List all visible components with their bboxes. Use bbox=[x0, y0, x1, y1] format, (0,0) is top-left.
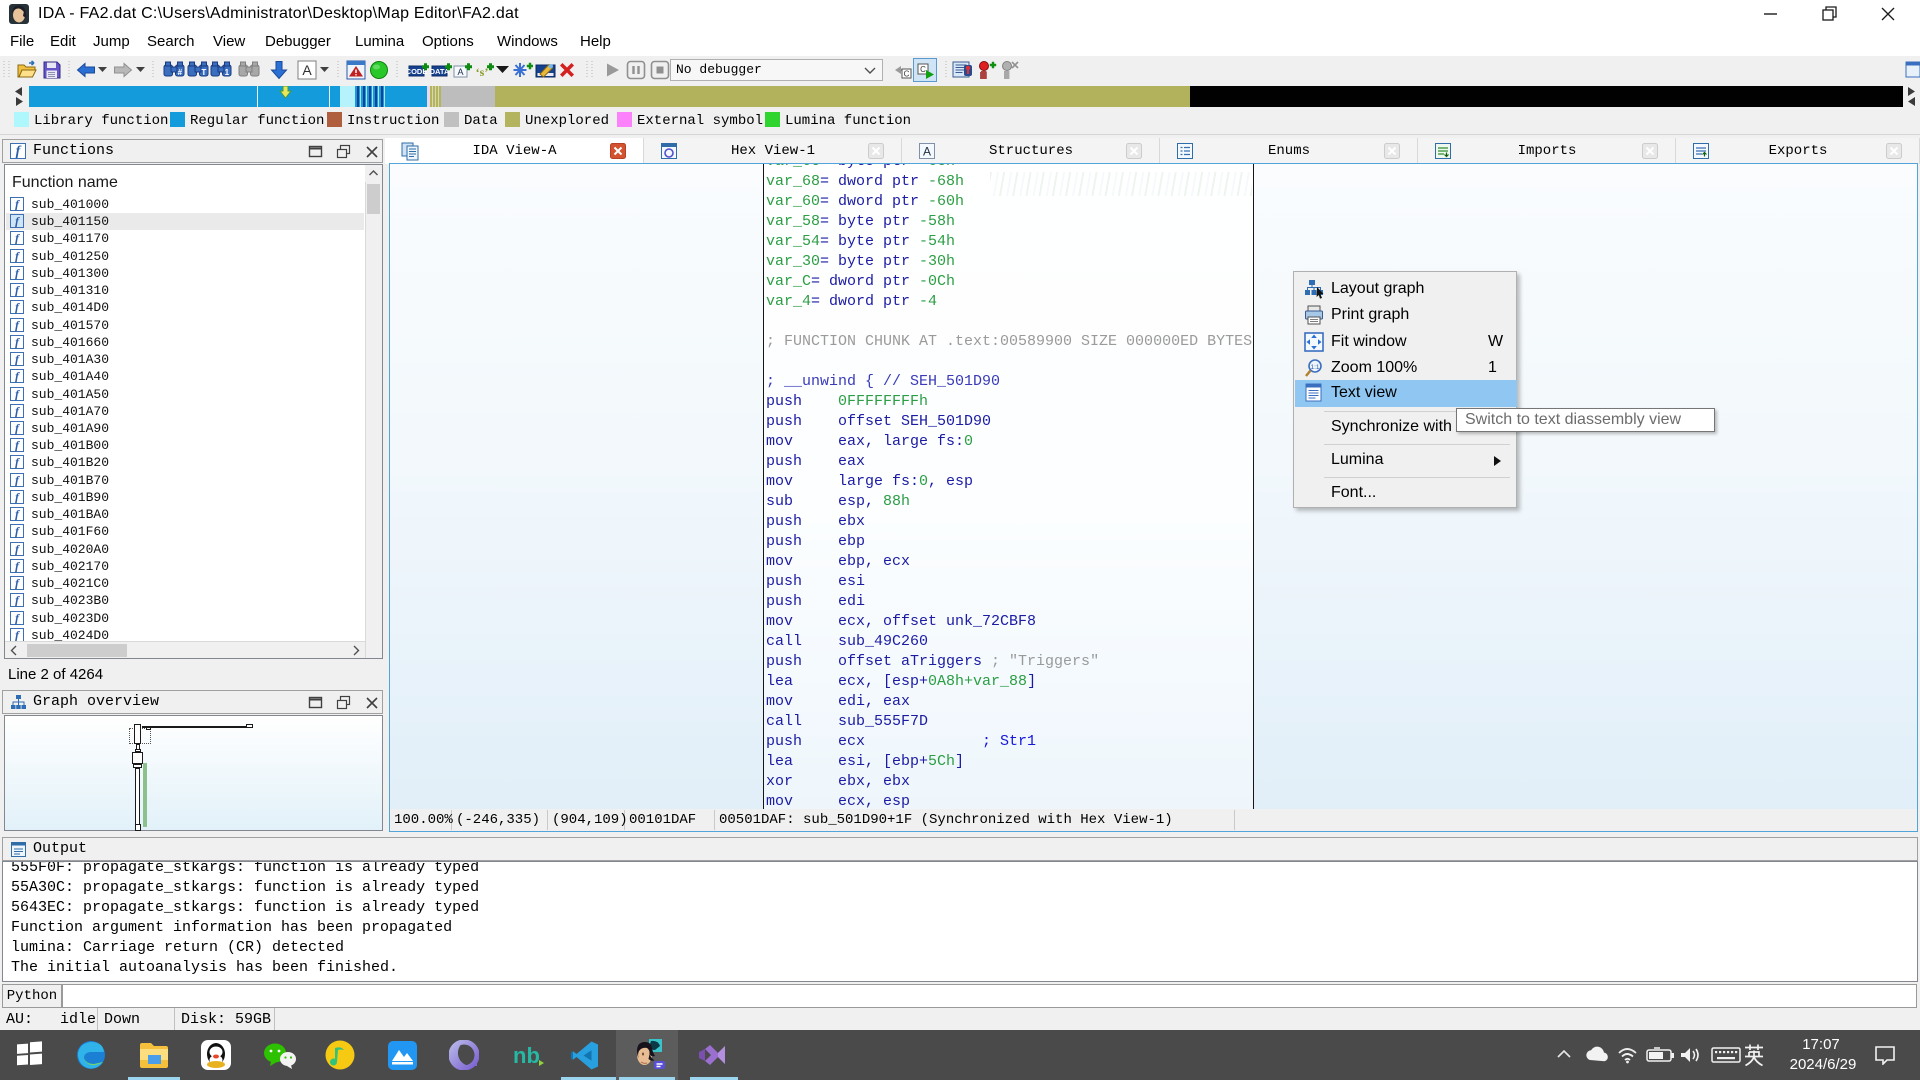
svg-text:C: C bbox=[904, 70, 910, 79]
svg-text:nb: nb bbox=[513, 1044, 540, 1068]
svg-text:T: T bbox=[201, 68, 206, 77]
svg-text:‘s’: ‘s’ bbox=[476, 65, 489, 79]
svg-text:C: C bbox=[920, 65, 926, 74]
svg-text:A: A bbox=[302, 62, 312, 78]
svg-text:#: # bbox=[178, 68, 183, 77]
svg-text:A: A bbox=[923, 145, 931, 159]
svg-text:1: 1 bbox=[225, 68, 230, 77]
svg-text:A: A bbox=[457, 67, 463, 77]
svg-text:1:1: 1:1 bbox=[1310, 364, 1319, 371]
